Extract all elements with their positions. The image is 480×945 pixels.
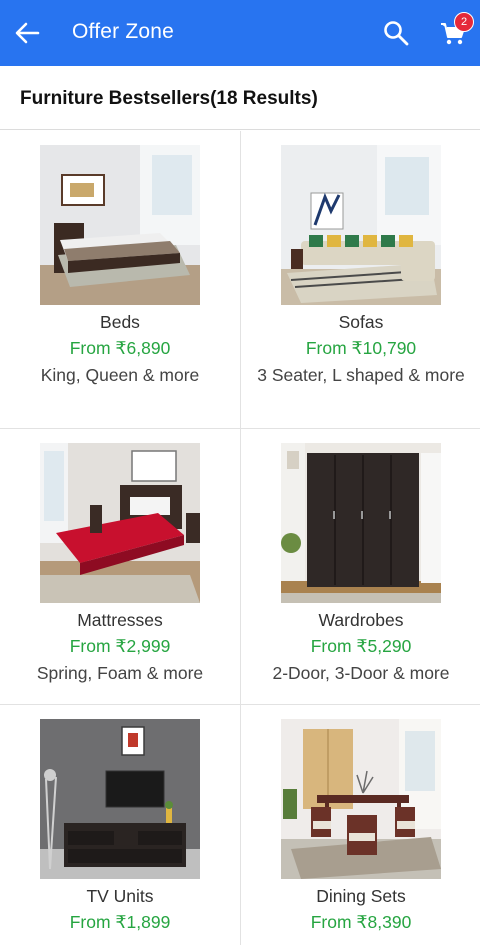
tv-units-image (40, 719, 200, 879)
product-tile-wardrobes[interactable]: Wardrobes From ₹5,290 2-Door, 3-Door & m… (240, 429, 480, 705)
product-tile-sofas[interactable]: Sofas From ₹10,790 3 Seater, L shaped & … (240, 131, 480, 429)
product-name: TV Units (86, 886, 154, 906)
cart-count-badge: 2 (454, 12, 474, 32)
wardrobes-image (281, 443, 441, 603)
product-tile-beds[interactable]: Beds From ₹6,890 King, Queen & more (0, 131, 240, 429)
product-price: From ₹10,790 (305, 338, 417, 358)
product-name: Mattresses (77, 610, 163, 630)
sofas-image (281, 145, 441, 305)
product-description: 2-Door, 3-Door & more (272, 663, 450, 683)
product-description: Spring, Foam & more (36, 663, 204, 683)
product-tile-mattresses[interactable]: Mattresses From ₹2,999 Spring, Foam & mo… (0, 429, 240, 705)
dining-sets-image (281, 719, 441, 879)
product-name: Beds (100, 312, 140, 332)
beds-image (40, 145, 200, 305)
page-title: Offer Zone (72, 20, 174, 43)
arrow-left-icon[interactable] (12, 18, 42, 48)
section-heading: Furniture Bestsellers(18 Results) (0, 66, 480, 130)
search-icon[interactable] (382, 19, 410, 47)
product-name: Wardrobes (318, 610, 404, 630)
results-heading: Furniture Bestsellers(18 Results) (20, 88, 318, 109)
product-tile-dining-sets[interactable]: Dining Sets From ₹8,390 (240, 705, 480, 945)
product-name: Dining Sets (316, 886, 406, 906)
product-description: 3 Seater, L shaped & more (257, 365, 465, 385)
product-price: From ₹8,390 (310, 912, 412, 932)
product-description: King, Queen & more (40, 365, 200, 385)
product-price: From ₹2,999 (69, 636, 171, 656)
product-tile-tv-units[interactable]: TV Units From ₹1,899 (0, 705, 240, 945)
product-price: From ₹6,890 (69, 338, 171, 358)
mattresses-image (40, 443, 200, 603)
product-name: Sofas (338, 312, 384, 332)
app-bar: Offer Zone 2 (0, 0, 480, 66)
product-price: From ₹5,290 (310, 636, 412, 656)
product-price: From ₹1,899 (69, 912, 171, 932)
